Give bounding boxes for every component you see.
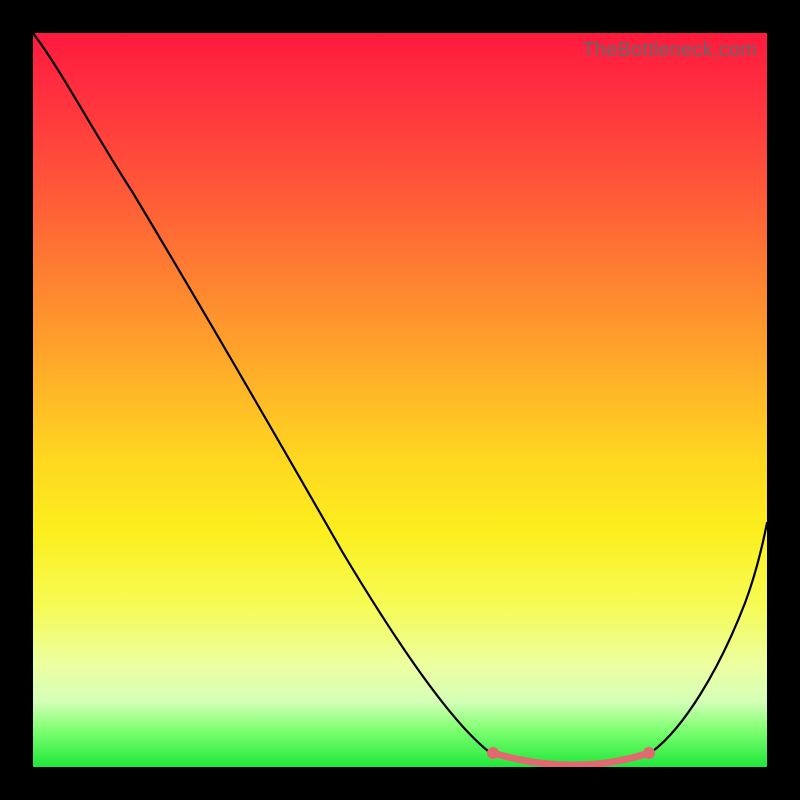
- highlight-segment: [493, 753, 649, 765]
- chart-frame: TheBottleneck.com: [0, 0, 800, 800]
- highlight-dot-right: [643, 747, 655, 759]
- bottleneck-curve: [33, 33, 767, 765]
- curve-overlay: [33, 33, 767, 767]
- plot-area: TheBottleneck.com: [33, 33, 767, 767]
